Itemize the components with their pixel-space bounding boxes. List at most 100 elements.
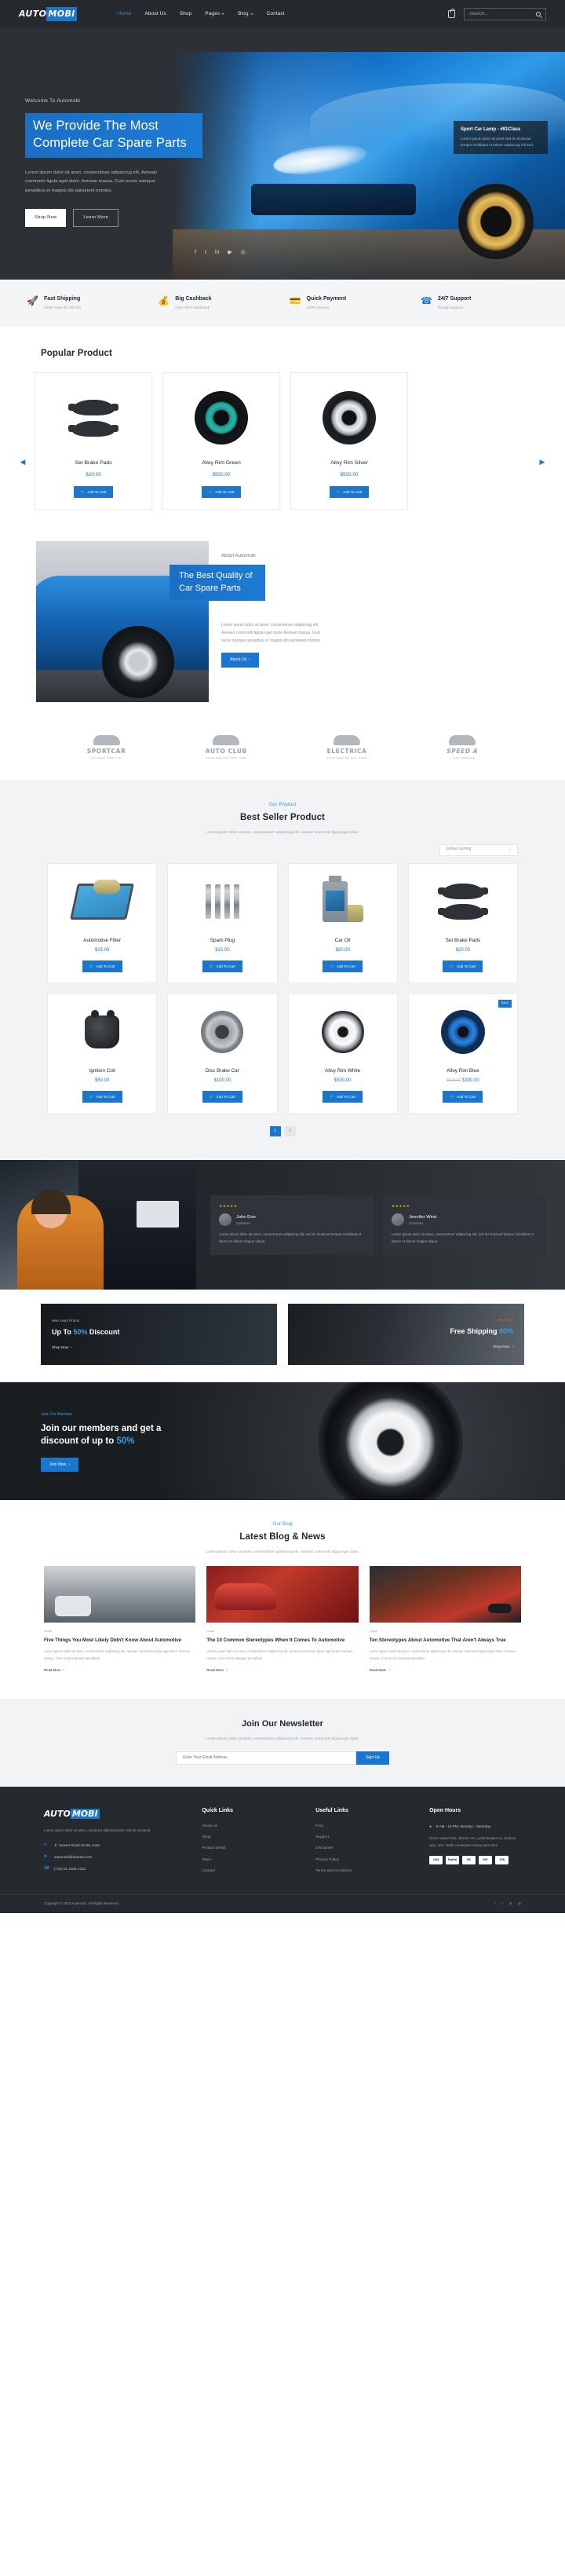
instagram-icon[interactable]: ◎ <box>518 1901 521 1907</box>
twitter-icon[interactable]: t <box>205 249 206 258</box>
facebook-icon[interactable]: f <box>195 249 196 258</box>
footer-email[interactable]: ■ automobi@domain.com <box>44 1853 180 1861</box>
learn-more-button[interactable]: Learn More <box>73 209 119 228</box>
product-card[interactable]: Set Brake Pads $20.00 🛒 Add To Cart <box>407 862 518 984</box>
product-card[interactable]: Alloy Rim Silver $500.00 🛒 Add To Cart <box>290 372 408 510</box>
footer-link[interactable]: Product Detail <box>202 1846 293 1851</box>
footer-phone[interactable]: ☎ (+62) 81 2345 1234 <box>44 1865 180 1872</box>
shopping-bag-icon[interactable] <box>448 9 456 18</box>
nav-item-shop[interactable]: Shop <box>180 10 192 18</box>
footer-link[interactable]: Support <box>315 1835 407 1840</box>
footer-link[interactable]: FAQ <box>315 1824 407 1829</box>
promo-shop-now-button[interactable]: Shop Now › <box>52 1345 266 1350</box>
footer-link[interactable]: Team <box>202 1857 293 1863</box>
newsletter-signup-button[interactable]: Sign Up <box>356 1751 389 1765</box>
pagination: 1 2 <box>0 1126 565 1137</box>
about-us-button[interactable]: About Us › <box>221 653 260 668</box>
shop-now-button[interactable]: Shop Now <box>25 209 67 228</box>
blog-card[interactable]: Linda Five Things You Most Likely Didn't… <box>44 1566 196 1675</box>
chevron-right-icon[interactable]: ▶ <box>537 457 548 468</box>
footer-logo[interactable]: AUTO MOBI <box>44 1807 180 1820</box>
add-to-cart-button[interactable]: 🛒 Add To Cart <box>73 485 114 498</box>
chevron-left-icon[interactable]: ◀ <box>17 457 28 468</box>
blog-post-title: Five Things You Most Likely Didn't Know … <box>44 1637 182 1644</box>
hero-product-badge: Sport Car Lamp - #91Class Lorem ipsum do… <box>454 121 548 154</box>
best-seller-section: Our Product Best Seller Product Lorem ip… <box>0 780 565 1161</box>
read-more-link[interactable]: Read More › <box>370 1668 390 1674</box>
search-input[interactable] <box>469 12 533 16</box>
product-card[interactable]: Spark Plug $15.00 🛒 Add To Cart <box>167 862 278 984</box>
product-card[interactable]: Automotive Filter $15.00 🛒 Add To Cart <box>47 862 158 984</box>
testimonial-name: John Doe <box>236 1214 256 1220</box>
footer-column-title: Useful Links <box>315 1807 348 1813</box>
youtube-icon[interactable]: ▶ <box>228 249 231 258</box>
page-button-1[interactable]: 1 <box>269 1126 281 1137</box>
product-card[interactable]: SALE Alloy Rim Blue $500.00 $300.00 🛒 Add … <box>407 993 518 1114</box>
product-card[interactable]: Set Brake Pads $20.00 🛒 Add To Cart <box>35 372 152 510</box>
promo-shop-now-button[interactable]: Shop Now › <box>493 1344 513 1349</box>
product-image <box>295 873 391 930</box>
facebook-icon[interactable]: f <box>494 1901 495 1907</box>
page-button-2[interactable]: 2 <box>284 1126 296 1137</box>
nav-item-contact[interactable]: Contact <box>267 10 285 18</box>
blog-title: Latest Blog & News <box>239 1532 326 1542</box>
add-to-cart-button[interactable]: 🛒 Add To Cart <box>202 960 242 973</box>
search-icon[interactable] <box>536 12 541 16</box>
car-icon <box>213 734 240 745</box>
product-image <box>54 873 150 930</box>
linkedin-icon[interactable]: in <box>215 249 219 258</box>
footer-link[interactable]: Contact <box>202 1868 293 1874</box>
add-to-cart-button[interactable]: 🛒 Add To Cart <box>202 1091 242 1103</box>
instagram-icon[interactable]: ◎ <box>241 249 246 258</box>
add-to-cart-button[interactable]: 🛒 Add To Cart <box>82 1091 122 1103</box>
search-box[interactable] <box>464 8 546 20</box>
nav-item-pages[interactable]: Pages <box>205 10 225 18</box>
footer-link[interactable]: Privacy Policy <box>315 1857 407 1863</box>
add-to-cart-button[interactable]: 🛒 Add To Cart <box>443 1091 483 1103</box>
nav-item-blog[interactable]: Blog <box>238 10 253 18</box>
add-to-cart-button[interactable]: 🛒 Add To Cart <box>323 960 363 973</box>
nav-item-about[interactable]: About Us <box>144 10 166 18</box>
service-title: 24/7 Support <box>437 296 472 302</box>
add-to-cart-button[interactable]: 🛒 Add To Cart <box>82 960 122 973</box>
product-price: $500.00 $300.00 <box>415 1078 511 1085</box>
hero-content: Welcome To Automobi We Provide The Most … <box>0 28 314 228</box>
cart-icon: 🛒 <box>208 489 213 494</box>
footer-link[interactable]: Disclaimer <box>315 1846 407 1851</box>
join-now-button[interactable]: Join Now › <box>41 1458 79 1473</box>
popular-product-section: Popular Product ◀ ▶ Set Brake Pads $20.0… <box>0 327 565 536</box>
add-to-cart-button[interactable]: 🛒 Add To Cart <box>201 485 242 498</box>
site-logo[interactable]: AUTO MOBI <box>19 7 77 21</box>
header-actions <box>448 8 546 20</box>
product-card[interactable]: Car Oil $20.00 🛒 Add To Cart <box>287 862 398 984</box>
testimonial-image <box>0 1160 196 1290</box>
add-to-cart-button[interactable]: 🛒 Add To Cart <box>323 1091 363 1103</box>
footer-link[interactable]: Shop <box>202 1835 293 1840</box>
product-card[interactable]: Disc Brake Car $100.00 🛒 Add To Cart <box>167 993 278 1114</box>
hero-badge-title: Sport Car Lamp - #91Class <box>461 127 521 132</box>
product-card[interactable]: Alloy Rim Green $500.00 🛒 Add To Cart <box>162 372 280 510</box>
twitter-icon[interactable]: t <box>502 1901 503 1907</box>
sort-select[interactable]: Default sorting ⌄ <box>439 843 518 856</box>
product-card[interactable]: Alloy Rim White $500.00 🛒 Add To Cart <box>287 993 398 1114</box>
applepay-icon: PAY <box>479 1856 493 1865</box>
blog-card[interactable]: Linda The 10 Common Stereotypes When It … <box>206 1566 359 1675</box>
promo-card-bestdeal[interactable]: Best Deal Free Shipping 80% Shop Now › <box>288 1304 524 1366</box>
product-price: $20.00 <box>86 471 101 478</box>
product-name: Spark Plug <box>210 937 235 943</box>
add-to-cart-button[interactable]: 🛒 Add To Cart <box>443 960 483 973</box>
footer-hours-note: Donec quam felis, ultricies nec, pellent… <box>429 1835 516 1847</box>
read-more-link[interactable]: Read More › <box>206 1668 227 1674</box>
newsletter-email-input[interactable] <box>176 1751 357 1765</box>
product-card[interactable]: Ignition Coil $50.00 🛒 Add To Cart <box>47 993 158 1114</box>
blog-card[interactable]: Linda Ten Stereotypes About Automotive T… <box>369 1566 521 1675</box>
product-price: $100.00 <box>213 1078 231 1083</box>
footer-link[interactable]: Terms and Conditions <box>315 1868 407 1874</box>
footer-link[interactable]: About Us <box>202 1824 293 1829</box>
read-more-link[interactable]: Read More › <box>44 1668 64 1674</box>
promo-card-newyear[interactable]: New Years Promo Up To 50% Discount Shop … <box>41 1304 277 1366</box>
linkedin-icon[interactable]: in <box>509 1901 512 1907</box>
add-to-cart-button[interactable]: 🛒 Add To Cart <box>329 485 370 498</box>
nav-item-home[interactable]: Home <box>118 10 132 18</box>
avatar <box>219 1213 231 1227</box>
